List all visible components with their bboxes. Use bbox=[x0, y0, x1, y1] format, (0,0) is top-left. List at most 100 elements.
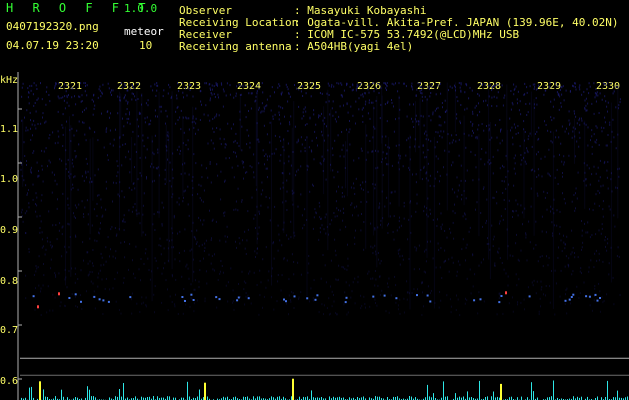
noise-speck bbox=[58, 135, 60, 138]
noise-speck bbox=[520, 154, 522, 156]
noise-speck bbox=[140, 258, 142, 260]
noise-speck bbox=[413, 288, 415, 291]
noise-speck bbox=[86, 199, 88, 202]
noise-speck bbox=[49, 134, 51, 136]
noise-speck bbox=[139, 311, 141, 313]
noise-speck bbox=[372, 252, 374, 255]
noise-speck bbox=[91, 180, 93, 183]
noise-speck bbox=[347, 243, 348, 246]
noise-speck bbox=[178, 90, 180, 93]
noise-speck bbox=[164, 262, 166, 265]
noise-speck bbox=[486, 125, 487, 127]
noise-speck bbox=[529, 241, 531, 244]
noise-speck bbox=[394, 190, 396, 193]
noise-speck bbox=[335, 312, 337, 314]
noise-speck bbox=[112, 287, 114, 290]
noise-speck bbox=[131, 83, 133, 86]
noise-speck bbox=[66, 120, 67, 123]
noise-speck bbox=[565, 89, 567, 92]
noise-speck bbox=[581, 93, 583, 96]
noise-speck bbox=[351, 202, 353, 205]
noise-speck bbox=[59, 158, 61, 161]
noise-streak bbox=[488, 89, 490, 260]
noise-speck bbox=[40, 82, 41, 85]
noise-speck bbox=[479, 82, 481, 85]
noise-speck bbox=[551, 141, 553, 144]
noise-speck bbox=[551, 119, 553, 122]
noise-speck bbox=[560, 269, 562, 272]
noise-speck bbox=[129, 111, 130, 114]
noise-speck bbox=[580, 267, 582, 270]
noise-speck bbox=[599, 290, 601, 293]
noise-speck bbox=[586, 164, 588, 167]
noise-speck bbox=[472, 123, 474, 125]
noise-speck bbox=[591, 145, 593, 148]
noise-speck bbox=[579, 117, 580, 120]
noise-speck bbox=[313, 113, 315, 116]
noise-speck bbox=[277, 280, 279, 283]
noise-speck bbox=[260, 193, 262, 196]
noise-speck bbox=[35, 287, 36, 290]
noise-streak bbox=[330, 109, 332, 172]
noise-speck bbox=[31, 84, 33, 87]
noise-speck bbox=[388, 311, 390, 314]
noise-speck bbox=[581, 248, 582, 251]
noise-speck bbox=[267, 279, 269, 282]
noise-speck bbox=[424, 250, 426, 253]
noise-speck bbox=[328, 313, 330, 316]
noise-speck bbox=[237, 164, 239, 167]
noise-speck bbox=[150, 165, 151, 168]
noise-speck bbox=[75, 103, 77, 106]
noise-speck bbox=[68, 207, 70, 210]
noise-speck bbox=[423, 165, 425, 168]
noise-speck bbox=[194, 288, 196, 291]
noise-speck bbox=[236, 142, 238, 145]
noise-speck bbox=[215, 220, 217, 223]
noise-speck bbox=[570, 302, 572, 305]
noise-speck bbox=[89, 260, 91, 263]
noise-speck bbox=[541, 286, 543, 288]
noise-speck bbox=[247, 228, 249, 231]
noise-speck bbox=[68, 270, 70, 273]
noise-speck bbox=[570, 253, 572, 256]
noise-speck bbox=[533, 247, 535, 250]
noise-speck bbox=[199, 90, 201, 93]
noise-speck bbox=[234, 151, 236, 154]
noise-speck bbox=[566, 127, 567, 130]
noise-speck bbox=[579, 88, 581, 91]
noise-speck bbox=[309, 117, 311, 120]
noise-speck bbox=[229, 93, 231, 96]
noise-speck bbox=[372, 246, 374, 249]
noise-speck bbox=[76, 206, 78, 209]
noise-speck bbox=[532, 83, 534, 86]
noise-speck bbox=[141, 296, 143, 299]
noise-speck bbox=[52, 293, 54, 296]
noise-speck bbox=[420, 114, 422, 117]
noise-speck bbox=[72, 183, 74, 186]
noise-speck bbox=[38, 255, 40, 258]
noise-speck bbox=[88, 273, 90, 276]
noise-speck bbox=[85, 170, 87, 173]
noise-speck bbox=[101, 278, 103, 281]
noise-speck bbox=[492, 155, 494, 158]
noise-speck bbox=[116, 271, 118, 274]
noise-speck bbox=[126, 121, 128, 124]
noise-speck bbox=[238, 145, 240, 147]
noise-speck bbox=[595, 92, 597, 95]
noise-speck bbox=[418, 244, 420, 247]
noise-speck bbox=[41, 231, 43, 234]
noise-streak bbox=[398, 95, 400, 207]
noise-speck bbox=[559, 295, 561, 298]
noise-speck bbox=[429, 208, 431, 211]
noise-speck bbox=[485, 222, 487, 225]
noise-speck bbox=[421, 89, 423, 92]
noise-speck bbox=[183, 131, 185, 134]
noise-speck bbox=[157, 211, 159, 214]
noise-speck bbox=[443, 261, 445, 264]
noise-speck bbox=[134, 203, 136, 205]
noise-speck bbox=[296, 170, 298, 173]
noise-speck bbox=[549, 175, 551, 177]
noise-speck bbox=[596, 259, 598, 262]
noise-speck bbox=[591, 173, 593, 176]
noise-speck bbox=[418, 145, 420, 148]
